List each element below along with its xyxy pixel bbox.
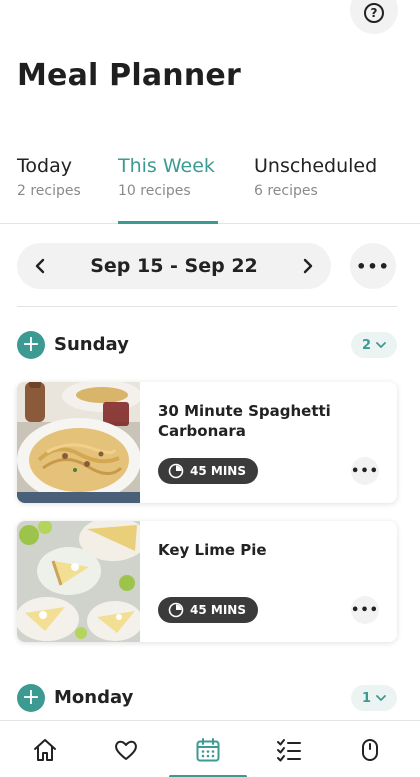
- add-recipe-button[interactable]: +: [17, 331, 45, 359]
- recipe-image: [17, 382, 142, 503]
- more-horizontal-icon: •••: [351, 463, 379, 479]
- recipe-title: Key Lime Pie: [158, 541, 267, 559]
- checklist-icon[interactable]: [276, 737, 302, 763]
- chevron-right-icon[interactable]: [293, 251, 323, 281]
- page-title: Meal Planner: [17, 58, 241, 93]
- week-range: Sep 15 - Sep 22: [90, 255, 258, 277]
- tab-label: This Week: [118, 155, 215, 177]
- day-header-sunday: + Sunday 2: [17, 330, 397, 360]
- tab-bar: Today 2 recipes This Week 10 recipes Uns…: [0, 150, 420, 224]
- cook-time-badge: 45 MINS: [158, 597, 258, 623]
- tab-today[interactable]: Today 2 recipes: [17, 155, 81, 223]
- plus-icon: +: [21, 332, 41, 357]
- week-selector: Sep 15 - Sep 22: [17, 243, 331, 289]
- help-button[interactable]: ?: [350, 0, 398, 34]
- cook-time-badge: 45 MINS: [158, 458, 258, 484]
- day-count: 1: [361, 690, 372, 706]
- tab-this-week[interactable]: This Week 10 recipes: [118, 155, 218, 224]
- heart-icon[interactable]: [113, 737, 139, 763]
- cook-time: 45 MINS: [190, 464, 246, 478]
- tab-label: Today: [17, 155, 72, 177]
- tab-count: 2 recipes: [17, 183, 81, 199]
- day-count-toggle[interactable]: 1: [351, 685, 397, 711]
- plus-icon: +: [21, 685, 41, 710]
- week-more-button[interactable]: •••: [350, 243, 396, 289]
- calendar-icon[interactable]: [169, 737, 247, 777]
- tab-count: 6 recipes: [254, 183, 318, 199]
- day-name: Monday: [54, 687, 134, 708]
- tab-label: Unscheduled: [254, 155, 378, 177]
- cook-time: 45 MINS: [190, 603, 246, 617]
- more-horizontal-icon: •••: [351, 602, 379, 618]
- recipe-more-button[interactable]: •••: [351, 457, 379, 485]
- help-circle-icon: ?: [364, 3, 384, 23]
- more-horizontal-icon: •••: [356, 256, 390, 276]
- day-header-monday: + Monday 1: [17, 683, 397, 713]
- chevron-down-icon: [376, 342, 386, 348]
- add-recipe-button[interactable]: +: [17, 684, 45, 712]
- clock-icon: [168, 463, 184, 479]
- day-count: 2: [361, 337, 372, 353]
- day-name: Sunday: [54, 334, 129, 355]
- home-icon[interactable]: [32, 737, 58, 763]
- recipe-title: 30 Minute Spaghetti Carbonara: [158, 402, 331, 440]
- recipe-image: [17, 521, 147, 642]
- clock-icon: [168, 602, 184, 618]
- recipe-more-button[interactable]: •••: [351, 596, 379, 624]
- tab-count: 10 recipes: [118, 183, 191, 199]
- chevron-down-icon: [376, 695, 386, 701]
- tab-unscheduled[interactable]: Unscheduled 6 recipes: [254, 155, 378, 223]
- recipe-card[interactable]: 30 Minute Spaghetti Carbonara 45 MINS ••…: [17, 382, 397, 503]
- bottom-nav: [0, 720, 420, 777]
- day-count-toggle[interactable]: 2: [351, 332, 397, 358]
- divider: [17, 306, 397, 307]
- settings-icon[interactable]: [357, 737, 383, 763]
- recipe-card[interactable]: Key Lime Pie 45 MINS •••: [17, 521, 397, 642]
